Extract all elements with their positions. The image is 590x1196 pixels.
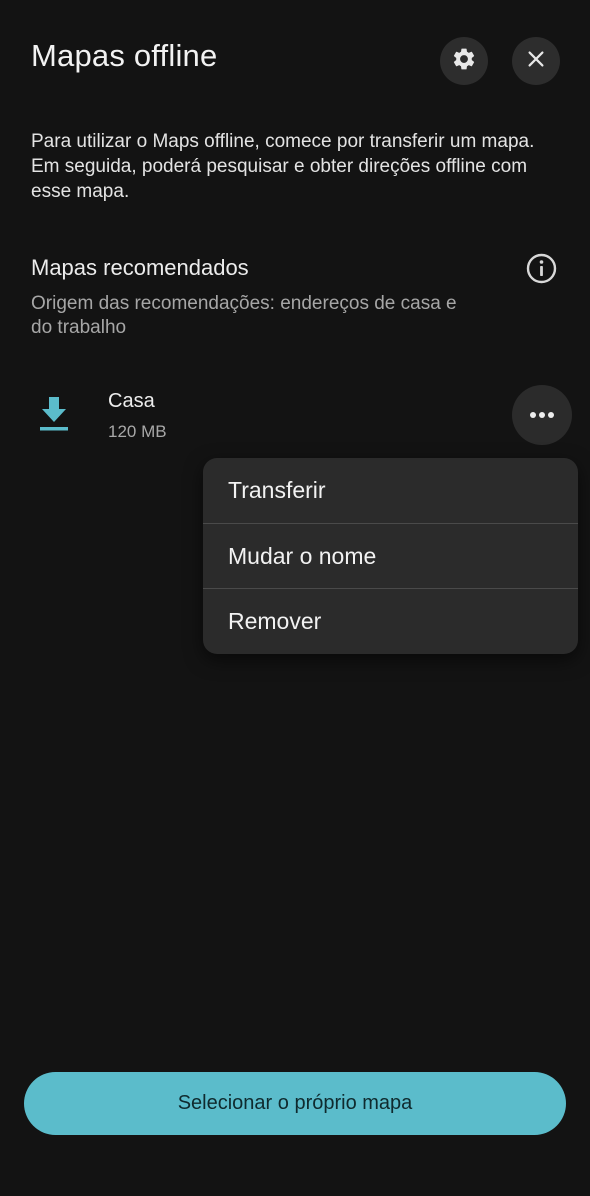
- offline-maps-screen: Mapas offline Para utilizar o Maps offli…: [0, 0, 590, 1196]
- close-icon: [525, 48, 547, 75]
- map-name: Casa: [108, 390, 155, 412]
- context-menu: Transferir Mudar o nome Remover: [203, 458, 578, 654]
- more-horizontal-icon: [529, 406, 555, 424]
- select-own-map-button[interactable]: Selecionar o próprio mapa: [24, 1072, 566, 1135]
- menu-item-remover[interactable]: Remover: [203, 588, 578, 653]
- more-options-button[interactable]: [512, 385, 572, 445]
- info-icon[interactable]: [525, 252, 558, 285]
- recommended-maps-subtitle: Origem das recomendações: endereços de c…: [31, 293, 457, 338]
- page-title: Mapas offline: [31, 38, 218, 73]
- gear-icon: [451, 46, 477, 77]
- recommended-maps-title: Mapas recomendados: [31, 255, 249, 280]
- settings-button[interactable]: [440, 37, 488, 85]
- map-list-item[interactable]: Casa 120 MB: [0, 380, 590, 460]
- menu-item-mudar-nome[interactable]: Mudar o nome: [203, 523, 578, 588]
- menu-item-transferir[interactable]: Transferir: [203, 458, 578, 523]
- close-button[interactable]: [512, 37, 560, 85]
- intro-text: Para utilizar o Maps offline, comece por…: [31, 131, 535, 202]
- map-size: 120 MB: [108, 422, 167, 441]
- download-icon: [37, 395, 71, 433]
